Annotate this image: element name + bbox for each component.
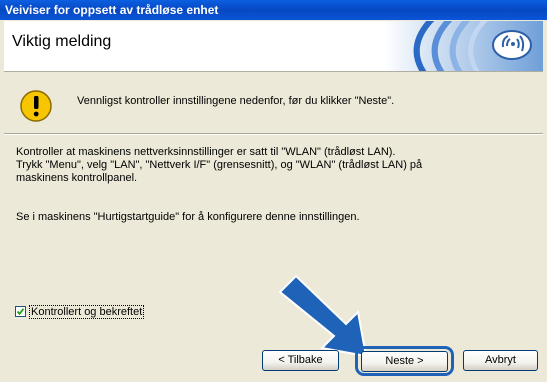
next-button[interactable]: Neste > (361, 351, 448, 372)
warning-icon (20, 90, 52, 122)
header-banner: Viktig melding (4, 21, 543, 72)
wizard-window: Veiviser for oppsett av trådløse enhet V… (0, 0, 547, 382)
instruction-line-1: Kontroller at maskinens nettverksinnstil… (16, 146, 396, 158)
window-title: Veiviser for oppsett av trådløse enhet (5, 3, 219, 17)
divider (4, 133, 543, 135)
back-button[interactable]: < Tilbake (262, 350, 339, 371)
instruction-line-2: Trykk "Menu", velg "LAN", "Nettverk I/F"… (16, 159, 423, 171)
title-bar[interactable]: Veiviser for oppsett av trådløse enhet (0, 0, 547, 20)
instruction-line-3: maskinens kontrollpanel. (16, 172, 138, 184)
confirm-checkbox-label[interactable]: Kontrollert og bekreftet (29, 305, 145, 319)
wireless-logo-icon (384, 21, 543, 71)
warning-message: Vennligst kontroller innstillingene nede… (77, 95, 395, 107)
cancel-button[interactable]: Avbryt (463, 350, 538, 371)
guide-reference-text: Se i maskinens "Hurtigstartguide" for å … (16, 211, 360, 223)
confirm-checkbox[interactable] (15, 306, 26, 317)
checkmark-icon (16, 308, 25, 316)
page-title: Viktig melding (12, 33, 112, 50)
warning-row: Vennligst kontroller innstillingene nede… (4, 78, 543, 133)
